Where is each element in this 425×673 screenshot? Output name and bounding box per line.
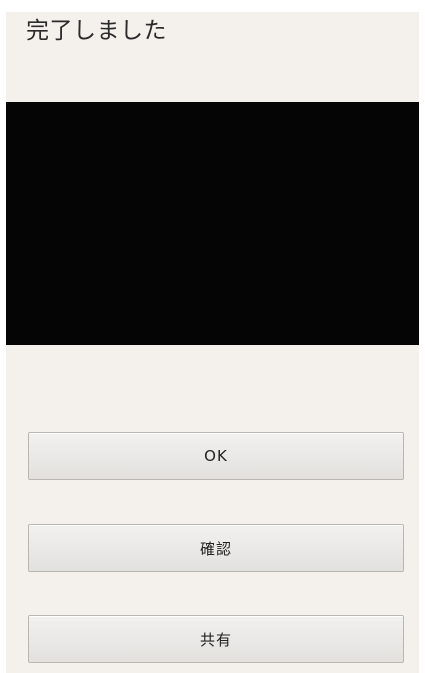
ok-button[interactable]: OK xyxy=(28,432,404,480)
confirm-button[interactable]: 確認 xyxy=(28,524,404,572)
completion-screen: 完了しました OK 確認 共有 xyxy=(6,12,419,673)
share-button[interactable]: 共有 xyxy=(28,615,404,663)
preview-image xyxy=(6,102,419,345)
completion-title: 完了しました xyxy=(26,18,167,44)
